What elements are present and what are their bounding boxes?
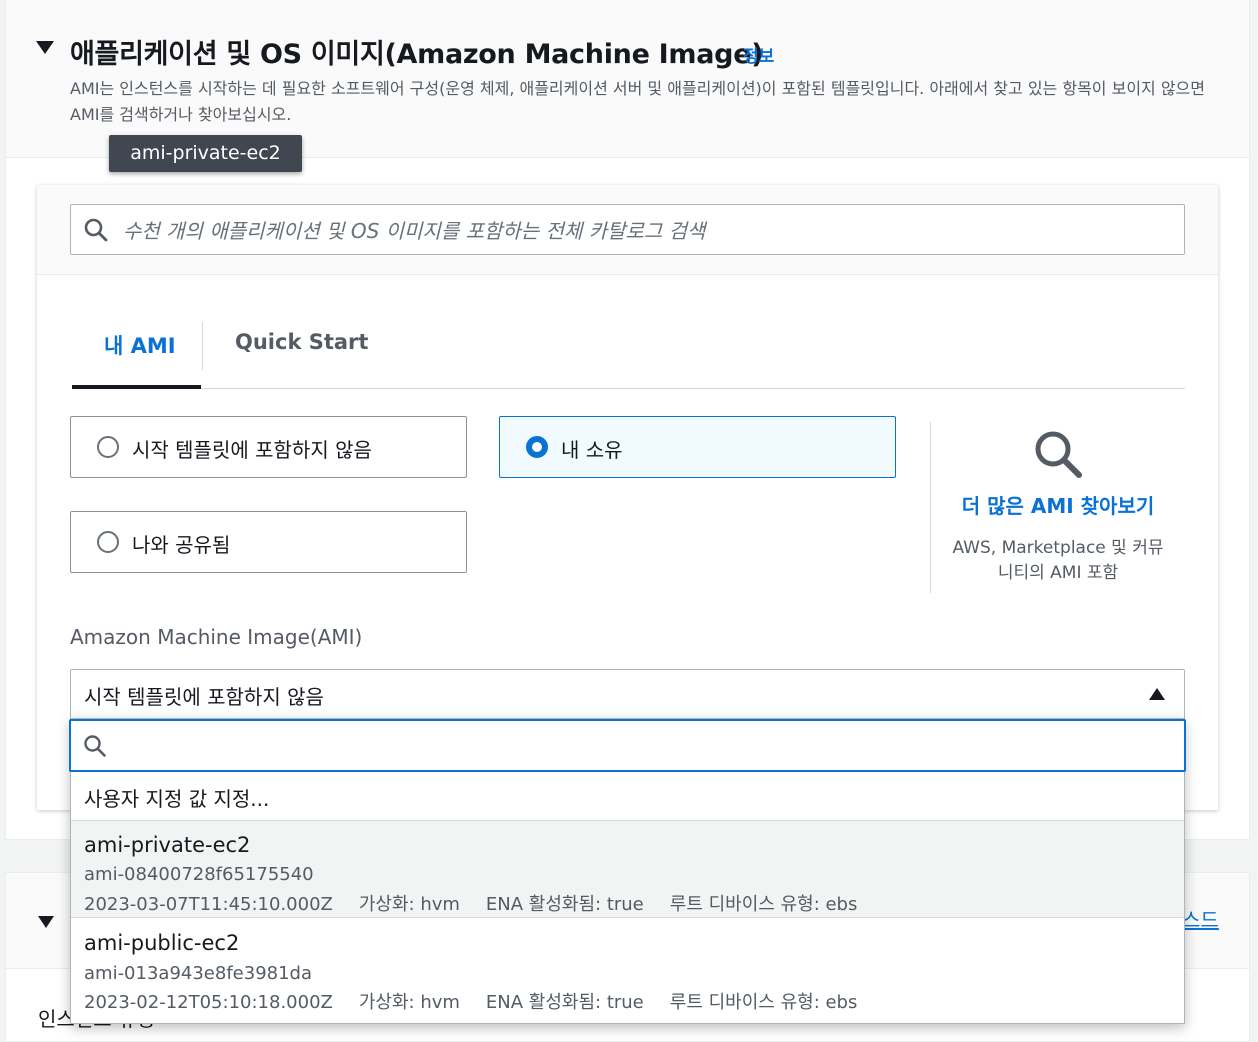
option-root-device: 루트 디바이스 유형: ebs <box>669 992 858 1013</box>
option-root-device: 루트 디바이스 유형: ebs <box>669 894 858 915</box>
browse-divider <box>930 422 931 593</box>
option-virtualization: 가상화: hvm <box>358 992 460 1013</box>
ami-select-label: Amazon Machine Image(AMI) <box>70 625 363 649</box>
option-name: ami-private-ec2 <box>84 833 251 857</box>
tab-divider <box>202 322 203 370</box>
tab-bar-border <box>72 388 1185 389</box>
option-date: 2023-03-07T11:45:10.000Z <box>84 894 333 915</box>
browse-more-amis-link[interactable]: 더 많은 AMI 찾아보기 <box>940 490 1176 519</box>
search-icon <box>83 217 109 247</box>
radio-tile-shared-with-me[interactable]: 나와 공유됨 <box>70 511 467 573</box>
section-title: 애플리케이션 및 OS 이미지(Amazon Machine Image) <box>70 39 764 70</box>
browse-more-description: AWS, Marketplace 및 커뮤니티의 AMI 포함 <box>952 538 1164 583</box>
radio-button-not-included[interactable] <box>97 436 119 458</box>
dropdown-option[interactable]: ami-public-ec2 ami-013a943e8fe3981da 202… <box>71 920 1184 1018</box>
search-icon <box>83 734 107 762</box>
tab-my-ami[interactable]: 내 AMI <box>104 330 176 360</box>
option-tags: 2023-03-07T11:45:10.000Z 가상화: hvm ENA 활성화됨… <box>84 890 883 916</box>
catalog-search-placeholder: 수천 개의 애플리케이션 및 OS 이미지를 포함하는 전체 카탈로그 검색 <box>123 219 706 243</box>
option-virtualization: 가상화: hvm <box>358 894 460 915</box>
collapse-toggle-icon[interactable] <box>38 916 54 928</box>
radio-tile-owned-by-me[interactable]: 내 소유 <box>499 416 896 478</box>
option-tags: 2023-02-12T05:10:18.000Z 가상화: hvm ENA 활성화됨… <box>84 988 883 1014</box>
option-name: ami-public-ec2 <box>84 931 240 955</box>
info-link[interactable]: 정보 <box>743 42 774 67</box>
option-ena: ENA 활성화됨: true <box>485 894 644 915</box>
option-ami-id: ami-08400728f65175540 <box>84 864 314 885</box>
caret-up-icon[interactable] <box>1149 688 1165 700</box>
dropdown-filter-input[interactable] <box>69 719 1186 772</box>
ami-select-value: 시작 템플릿에 포함하지 않음 <box>84 685 324 709</box>
radio-tile-not-included[interactable]: 시작 템플릿에 포함하지 않음 <box>70 416 467 478</box>
custom-value-option[interactable]: 사용자 지정 값 지정... <box>84 783 269 812</box>
option-date: 2023-02-12T05:10:18.000Z <box>84 992 333 1013</box>
ami-name-tooltip: ami-private-ec2 <box>109 135 302 172</box>
active-tab-indicator <box>72 385 201 389</box>
radio-button-shared-with-me[interactable] <box>97 531 119 553</box>
panel2-link[interactable]: 스드 <box>1182 904 1219 933</box>
section-description: AMI는 인스턴스를 시작하는 데 필요한 소프트웨어 구성(운영 체제, 애플… <box>70 79 1205 124</box>
radio-label-shared-with-me: 나와 공유됨 <box>132 533 231 557</box>
radio-label-owned-by-me: 내 소유 <box>561 438 623 462</box>
collapse-toggle-icon[interactable] <box>36 41 54 54</box>
dropdown-option[interactable]: ami-private-ec2 ami-08400728f65175540 20… <box>71 820 1184 918</box>
search-icon[interactable] <box>1032 428 1084 484</box>
tab-quick-start[interactable]: Quick Start <box>235 330 368 354</box>
radio-label-not-included: 시작 템플릿에 포함하지 않음 <box>132 438 372 462</box>
option-ami-id: ami-013a943e8fe3981da <box>84 963 313 984</box>
radio-button-owned-by-me[interactable] <box>526 436 548 458</box>
option-ena: ENA 활성화됨: true <box>485 992 644 1013</box>
